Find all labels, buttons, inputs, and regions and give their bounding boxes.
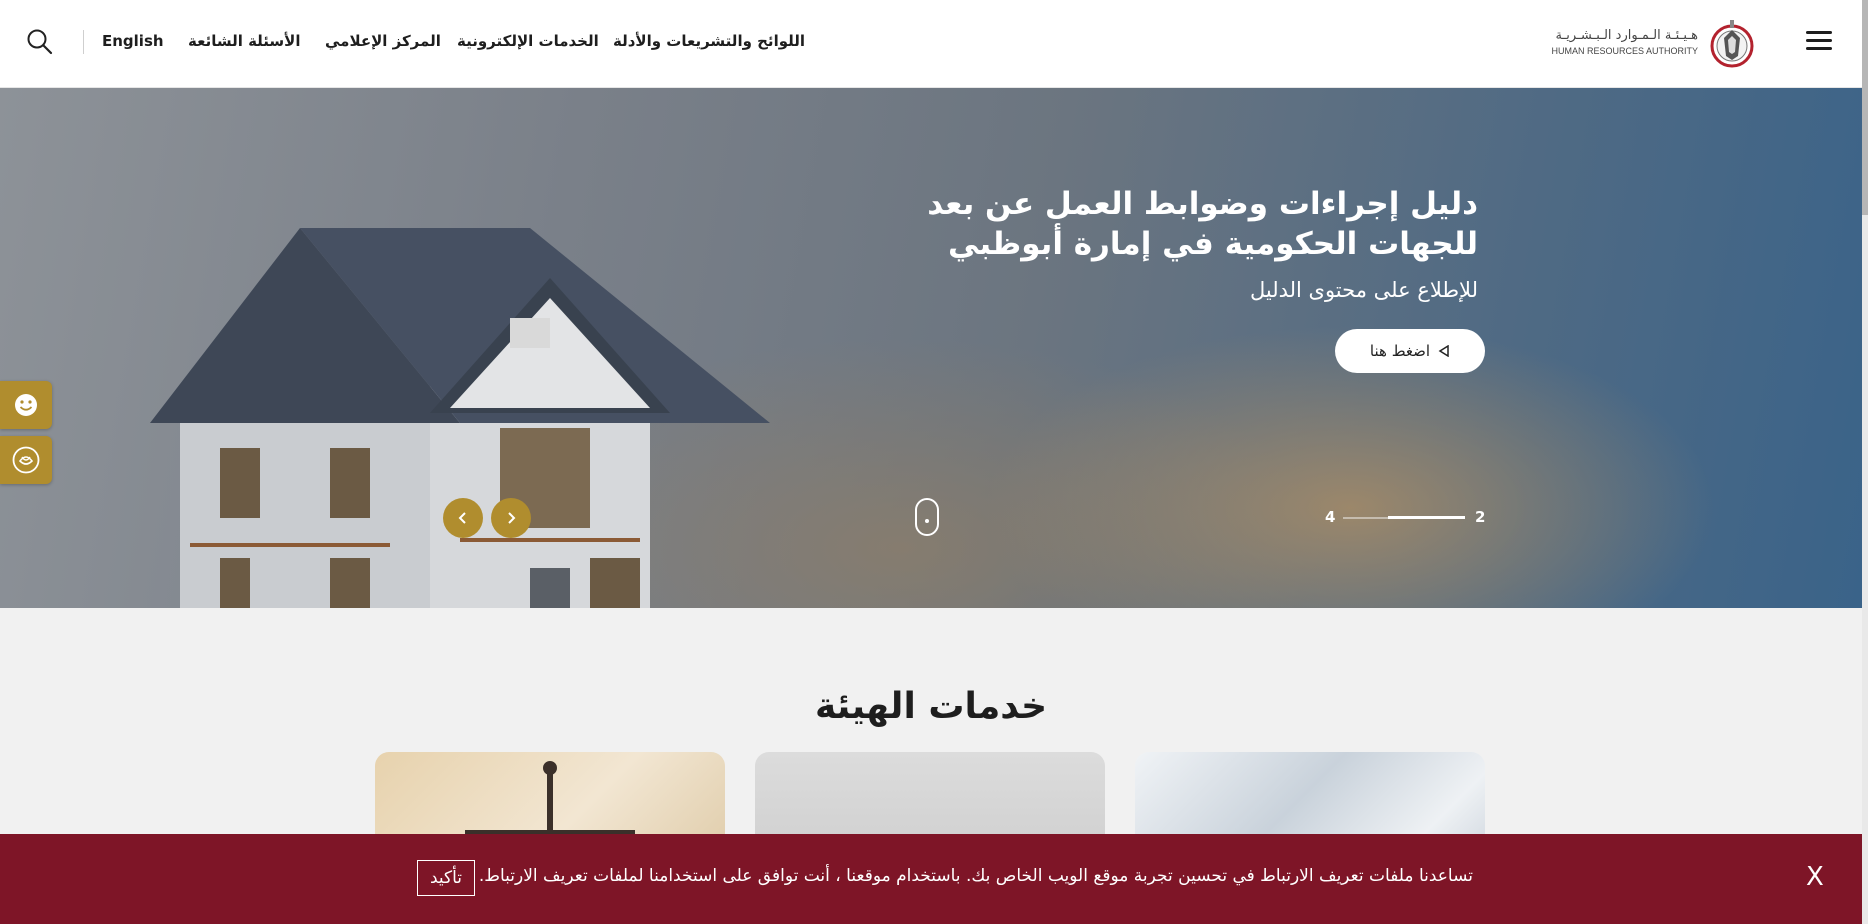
search-icon[interactable] [26,28,54,56]
hero-slider: دليل إجراءات وضوابط العمل عن بعد للجهات … [0,88,1862,608]
slider-current-number[interactable]: 2 [1475,508,1485,526]
chevron-left-icon [458,512,466,524]
slider-prev-button[interactable] [443,498,483,538]
services-section-title: خدمات الهيئة [814,686,1048,727]
happiness-meter-button[interactable] [0,436,52,484]
hero-click-here-button[interactable]: اضغط هنا [1335,329,1485,373]
hero-subtitle: للإطلاع على محتوى الدليل [1249,278,1478,302]
nav-link-media-center[interactable]: المركز الإعلامي [325,32,441,50]
slider-progress-fill [1388,516,1465,519]
language-switch-link[interactable]: English [102,32,164,50]
slider-next-button[interactable] [491,498,531,538]
happiness-meter-icon [12,446,40,474]
cookie-confirm-button[interactable]: تأكيد [417,860,475,896]
accessibility-widget-button[interactable] [0,381,52,429]
nav-link-regulations[interactable]: اللوائح والتشريعات والأدلة [613,32,805,50]
logo-text-english: HUMAN RESOURCES AUTHORITY [1551,46,1698,56]
chevron-right-icon [508,512,516,524]
play-triangle-icon [1438,345,1449,357]
hero-button-label: اضغط هنا [1369,342,1431,360]
site-header: English الأسئلة الشائعة المركز الإعلامي … [0,0,1862,88]
scroll-down-indicator[interactable] [915,498,939,536]
cookie-close-icon[interactable]: X [1806,862,1824,892]
page-scrollbar[interactable] [1862,0,1868,924]
cookie-consent-banner: تأكيد تساعدنا ملفات تعريف الارتباط في تح… [0,834,1862,924]
hero-title: دليل إجراءات وضوابط العمل عن بعد للجهات … [918,184,1478,264]
scrollbar-thumb[interactable] [1862,0,1868,215]
cookie-consent-text: تساعدنا ملفات تعريف الارتباط في تحسين تج… [478,866,1473,886]
nav-link-faq[interactable]: الأسئلة الشائعة [188,32,301,50]
house-illustration [150,228,770,608]
nav-link-e-services[interactable]: الخدمات الإلكترونية [457,32,599,50]
hero-title-line-1: دليل إجراءات وضوابط العمل عن بعد [927,186,1478,222]
smiley-icon [15,394,37,416]
hamburger-menu-icon[interactable] [1806,31,1832,53]
logo-text-arabic: هـيـئـة الـمـوارد الـبـشـريـة [1555,28,1698,43]
hra-logo[interactable]: هـيـئـة الـمـوارد الـبـشـريـة HUMAN RESO… [1551,16,1756,72]
header-divider [83,30,84,54]
falcon-emblem-icon [1710,20,1754,68]
slider-total-number[interactable]: 4 [1325,508,1335,526]
hero-title-line-2: للجهات الحكومية في إمارة أبوظبي [948,226,1478,262]
